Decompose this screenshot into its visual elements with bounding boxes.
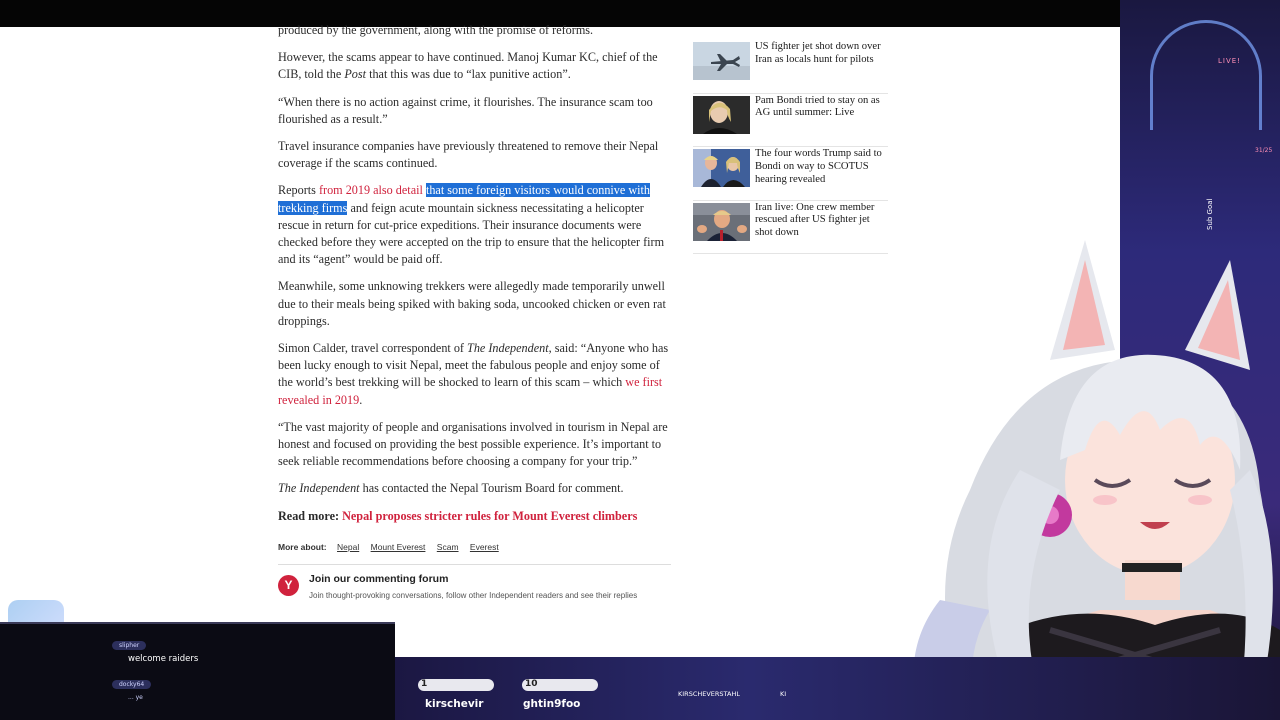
paragraph-text: Meanwhile, some unknowing trekkers were … [278, 279, 666, 328]
chat-username: slipher [112, 641, 147, 650]
paragraph: “The vast majority of people and organis… [278, 419, 673, 471]
forum-subtitle: Join thought-provoking conversations, fo… [309, 591, 638, 601]
chat-message: ... ye [128, 694, 143, 701]
social-handle: KI [780, 690, 787, 698]
story-title[interactable]: Pam Bondi tried to stay on as AG until s… [755, 95, 888, 147]
related-story[interactable]: Pam Bondi tried to stay on as AG until s… [693, 94, 888, 147]
paragraph-text: “The vast majority of people and organis… [278, 419, 668, 469]
paragraph-text: Simon Calder, travel correspondent of [278, 341, 468, 356]
article-body: produced by the government, along with t… [278, 22, 673, 601]
paragraph: “When there is no action against crime, … [278, 94, 673, 128]
divider [278, 564, 671, 566]
chat-border [0, 622, 395, 624]
paragraph: However, the scams appear to have contin… [278, 49, 673, 83]
paragraph: Travel insurance companies have previous… [278, 138, 673, 172]
latest-supporter-name: kirschevir [425, 698, 484, 710]
comment-forum-promo[interactable]: Y Join our commenting forum Join thought… [278, 571, 673, 601]
social-handle: KIRSCHEVERSTAHL [678, 690, 740, 698]
bondi-thumbnail-icon[interactable] [693, 95, 750, 134]
forum-title[interactable]: Join our commenting forum [309, 571, 448, 588]
tag-link-nepal[interactable]: Nepal [337, 542, 359, 552]
paragraph: The Independent has contacted the Nepal … [278, 480, 673, 497]
publication-name: Post [344, 67, 367, 82]
overlay-arc-decoration [1150, 20, 1262, 130]
publication-name: The Independent [278, 481, 360, 496]
publication-name: The Independent [467, 341, 549, 356]
paragraph-text: produced by the government, along with t… [278, 23, 594, 37]
paragraph-text: Reports [278, 183, 319, 198]
paragraph-text: . [359, 392, 363, 407]
story-title[interactable]: US fighter jet shot down over Iran as lo… [755, 41, 888, 93]
story-title[interactable]: Iran live: One crew member rescued after… [755, 202, 888, 254]
sub-goal-label: Sub Goal [1206, 198, 1214, 231]
story-title[interactable]: The four words Trump said to Bondi on wa… [755, 148, 888, 200]
jet-thumbnail-icon[interactable] [693, 42, 750, 80]
alert-count: 1 [421, 679, 428, 689]
related-stories-sidebar: US fighter jet shot down over Iran as lo… [693, 40, 888, 254]
more-about-tags: More about: Nepal Mount Everest Scam Eve… [278, 539, 673, 556]
chat-message: welcome raiders [128, 654, 199, 664]
article-link-2019[interactable]: from 2019 also detail [319, 183, 423, 197]
related-story[interactable]: The four words Trump said to Bondi on wa… [693, 147, 888, 201]
related-story[interactable]: Iran live: One crew member rescued after… [693, 201, 888, 254]
tag-link-everest[interactable]: Everest [470, 542, 499, 552]
paragraph-text: has contacted the Nepal Tourism Board fo… [359, 481, 624, 496]
vtuber-avatar [900, 230, 1280, 720]
paragraph: produced by the government, along with t… [278, 22, 673, 39]
independent-logo-icon: Y [278, 575, 299, 597]
tag-link-mount-everest[interactable]: Mount Everest [371, 542, 426, 552]
trump-bondi-thumbnail-icon[interactable] [693, 149, 750, 187]
paragraph-text: that this was due to “lax punitive actio… [366, 67, 571, 82]
alert-pill [418, 679, 494, 691]
paragraph-text: “When there is no action against crime, … [278, 94, 653, 126]
trump-thumbnail-icon[interactable] [693, 202, 750, 241]
chat-username: docky64 [112, 680, 152, 689]
alert-count: 10 [525, 679, 538, 689]
stream-chat-box [0, 622, 395, 720]
read-more: Read more: Nepal proposes stricter rules… [278, 508, 673, 525]
related-story[interactable]: US fighter jet shot down over Iran as lo… [693, 40, 888, 94]
paragraph: Simon Calder, travel correspondent of Th… [278, 340, 673, 409]
paragraph-text: Travel insurance companies have previous… [278, 139, 659, 171]
paragraph: Meanwhile, some unknowing trekkers were … [278, 278, 673, 330]
read-more-link[interactable]: Nepal proposes stricter rules for Mount … [342, 509, 637, 523]
tag-link-scam[interactable]: Scam [437, 542, 459, 552]
live-badge: LIVE! [1218, 57, 1241, 65]
latest-supporter-name: ghtin9foo [523, 698, 581, 710]
more-about-label: More about: [278, 541, 327, 552]
read-more-label: Read more: [278, 508, 343, 523]
sub-goal-count: 31/25 [1255, 147, 1273, 154]
paragraph: Reports from 2019 also detail that some … [278, 182, 673, 268]
